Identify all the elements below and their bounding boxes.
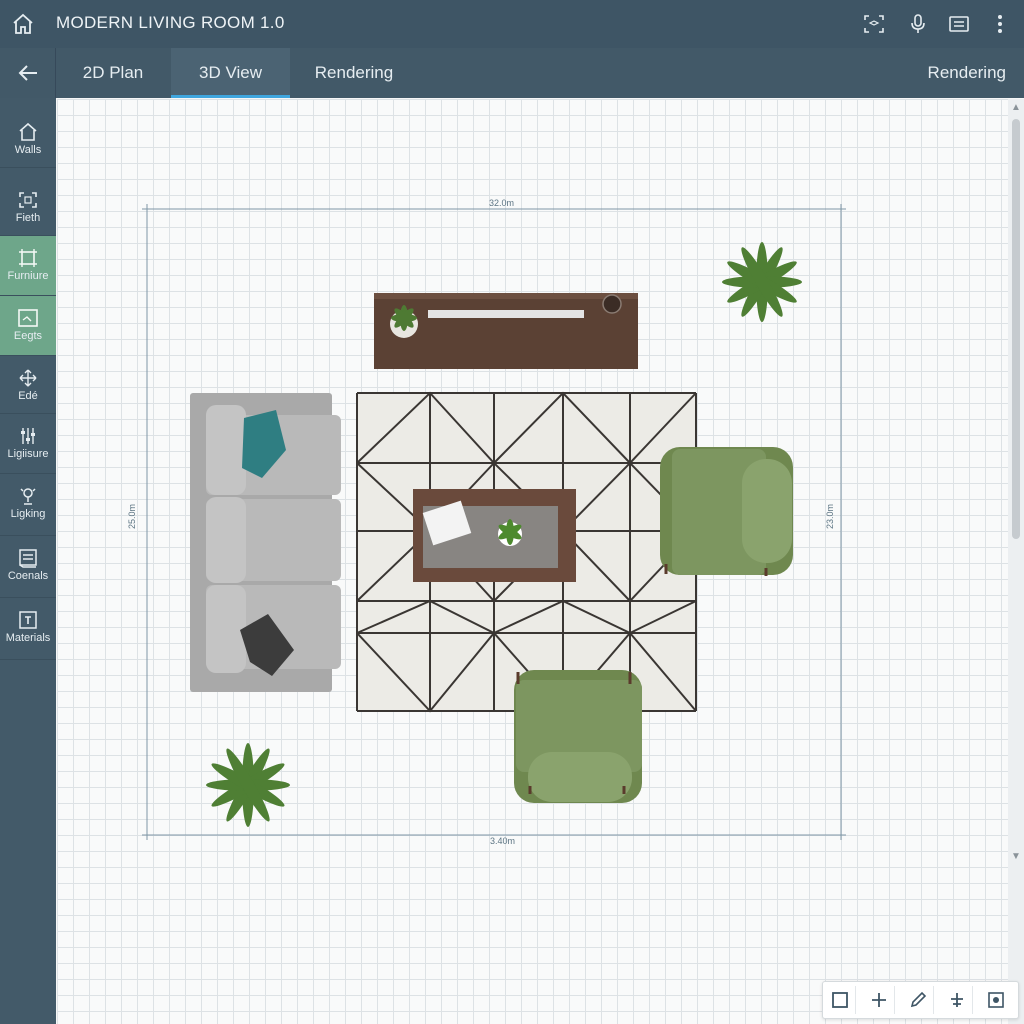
sofa[interactable]	[190, 393, 341, 692]
plant-bottom-left[interactable]	[206, 743, 290, 827]
snap-tool-button[interactable]	[981, 986, 1011, 1014]
floor-plan-drawing	[142, 204, 846, 840]
sidebar-item-fieth[interactable]: Fieth	[0, 178, 56, 236]
armchair-right[interactable]	[660, 447, 793, 576]
sidebar-item-eegts[interactable]: Eegts	[0, 296, 56, 356]
picture-icon	[18, 309, 38, 327]
snap-target-icon	[988, 992, 1004, 1008]
sidebar-item-ligking[interactable]: Ligking	[0, 474, 56, 536]
drawing-toolbox	[822, 981, 1019, 1019]
app-title: MODERN LIVING ROOM 1.0	[56, 13, 285, 32]
sidebar-item-label: Ligiisure	[7, 448, 49, 460]
rendering-label[interactable]: Rendering	[928, 48, 1006, 98]
scan-icon	[19, 192, 37, 208]
sidebar-item-label: Eegts	[13, 330, 43, 342]
dimension-top: 32.0m	[489, 198, 515, 208]
armchair-bottom[interactable]	[514, 670, 642, 803]
more-menu-button[interactable]	[988, 12, 1012, 36]
select-square-icon	[832, 992, 848, 1008]
select-tool-button[interactable]	[825, 986, 856, 1014]
sidebar-item-walls[interactable]: Walls	[0, 110, 56, 168]
sidebar-item-label: Furniure	[7, 270, 49, 282]
home-button[interactable]	[8, 9, 38, 39]
align-tool-button[interactable]	[942, 986, 973, 1014]
tab-2d-plan[interactable]: 2D Plan	[56, 48, 170, 98]
sidebar-item-coenals[interactable]: Coenals	[0, 536, 56, 598]
scroll-thumb[interactable]	[1012, 119, 1020, 539]
sidebar-item-ede[interactable]: Edé	[0, 356, 56, 414]
sidebar-item-label: Coenals	[7, 570, 49, 582]
scroll-up-icon[interactable]: ▲	[1010, 102, 1022, 114]
plant-top-right[interactable]	[722, 242, 802, 322]
microphone-icon	[911, 14, 925, 33]
dimension-left: 25.0m	[127, 503, 137, 529]
sidebar-item-materials[interactable]: Materials	[0, 598, 56, 660]
lamp-icon	[20, 488, 36, 505]
back-button[interactable]	[0, 48, 56, 98]
dimension-bottom: 3.40m	[490, 836, 516, 846]
sidebar-item-label: Fieth	[15, 212, 41, 224]
draw-tool-button[interactable]	[903, 986, 934, 1014]
sidebar-item-label: Ligking	[10, 508, 46, 520]
align-icon	[951, 993, 963, 1007]
sidebar-item-ligiisure[interactable]: Ligiisure	[0, 414, 56, 474]
move-icon	[19, 369, 37, 387]
tab-3d-view[interactable]: 3D View	[171, 48, 290, 98]
floor-plan-canvas[interactable]: 32.0m 3.40m 25.0m 23.0m	[57, 99, 1008, 1024]
scroll-down-icon[interactable]: ▼	[1010, 851, 1022, 863]
tab-bar: 2D Plan 3D View Rendering Rendering	[0, 48, 1024, 98]
arrow-left-icon	[18, 65, 37, 81]
sliders-icon	[21, 428, 35, 444]
palette-icon	[19, 611, 37, 629]
more-vertical-icon	[998, 15, 1002, 33]
home-icon	[13, 13, 33, 34]
add-tool-button[interactable]	[864, 986, 895, 1014]
layers-icon	[19, 549, 37, 568]
scan-icon	[864, 15, 884, 33]
tab-rendering[interactable]: Rendering	[291, 48, 417, 98]
sidebar-item-label: Edé	[18, 390, 38, 402]
screenshot-button[interactable]	[862, 12, 886, 36]
tv-stand[interactable]	[374, 293, 638, 369]
vertical-scrollbar[interactable]: ▲ ▼	[1008, 99, 1024, 1024]
microphone-button[interactable]	[906, 12, 930, 36]
sidebar-item-furniure[interactable]: Furniure	[0, 236, 56, 296]
notes-icon	[949, 16, 969, 32]
pencil-icon	[910, 991, 927, 1008]
tool-sidebar: Walls Fieth Furniure Eegts Edé Ligiisure…	[0, 98, 56, 1024]
title-bar: MODERN LIVING ROOM 1.0	[0, 0, 1024, 49]
dimension-right: 23.0m	[825, 503, 835, 529]
sidebar-item-label: Walls	[14, 144, 42, 156]
sidebar-item-label: Materials	[5, 632, 51, 644]
coffee-table[interactable]	[413, 489, 576, 582]
add-plus-icon	[872, 993, 886, 1007]
house-icon	[19, 122, 37, 141]
notes-button[interactable]	[947, 12, 971, 36]
frame-icon	[19, 249, 37, 267]
